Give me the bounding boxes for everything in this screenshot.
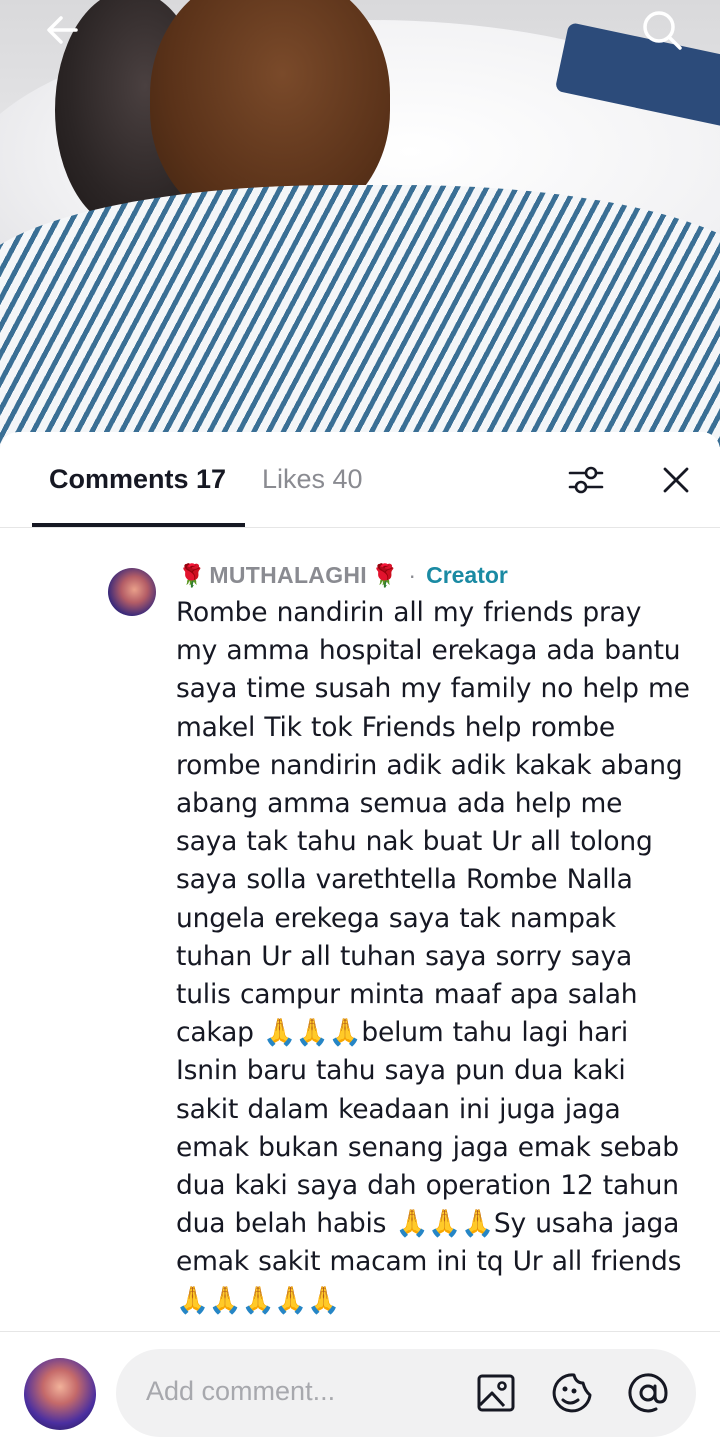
comment-placeholder[interactable]: Add comment... bbox=[146, 1376, 335, 1407]
commenter-username[interactable]: MUTHALAGHI bbox=[209, 562, 367, 589]
tab-likes[interactable]: Likes 40 bbox=[262, 464, 363, 495]
comments-sheet: Comments 17 Likes 40 🌹 MUTHALAGHI 🌹 · Cr… bbox=[0, 432, 720, 1456]
filter-button[interactable] bbox=[562, 456, 610, 504]
comment-header: 🌹 MUTHALAGHI 🌹 · Creator bbox=[178, 562, 508, 589]
image-icon bbox=[477, 1374, 515, 1412]
comment-composer: Add comment... bbox=[0, 1331, 720, 1456]
arrow-left-icon bbox=[47, 16, 78, 44]
striped-gown bbox=[0, 185, 720, 460]
tab-comments[interactable]: Comments 17 bbox=[49, 464, 226, 495]
comment-text: Rombe nandirin all my friends pray my am… bbox=[176, 597, 690, 1316]
search-icon bbox=[643, 11, 682, 50]
sliders-icon bbox=[568, 466, 604, 494]
separator-dot: · bbox=[408, 562, 417, 588]
video-frame[interactable] bbox=[0, 0, 720, 460]
close-button[interactable] bbox=[652, 456, 700, 504]
at-mention-icon bbox=[628, 1373, 668, 1413]
rose-emoji: 🌹 bbox=[371, 562, 399, 588]
search-button[interactable] bbox=[638, 6, 686, 54]
active-tab-indicator bbox=[32, 523, 245, 527]
mention-button[interactable] bbox=[624, 1369, 672, 1417]
comment-input[interactable]: Add comment... bbox=[116, 1349, 696, 1437]
image-button[interactable] bbox=[472, 1369, 520, 1417]
close-icon bbox=[663, 467, 689, 493]
my-avatar[interactable] bbox=[24, 1358, 96, 1430]
creator-badge: Creator bbox=[426, 562, 508, 588]
commenter-avatar[interactable] bbox=[108, 568, 156, 616]
emoji-button[interactable] bbox=[548, 1369, 596, 1417]
emoji-icon bbox=[552, 1373, 592, 1413]
rose-emoji: 🌹 bbox=[178, 562, 206, 588]
comment-item[interactable]: 🌹 MUTHALAGHI 🌹 · Creator Rombe nandirin … bbox=[0, 528, 720, 1333]
tab-bar: Comments 17 Likes 40 bbox=[0, 432, 720, 528]
back-button[interactable] bbox=[38, 6, 86, 54]
